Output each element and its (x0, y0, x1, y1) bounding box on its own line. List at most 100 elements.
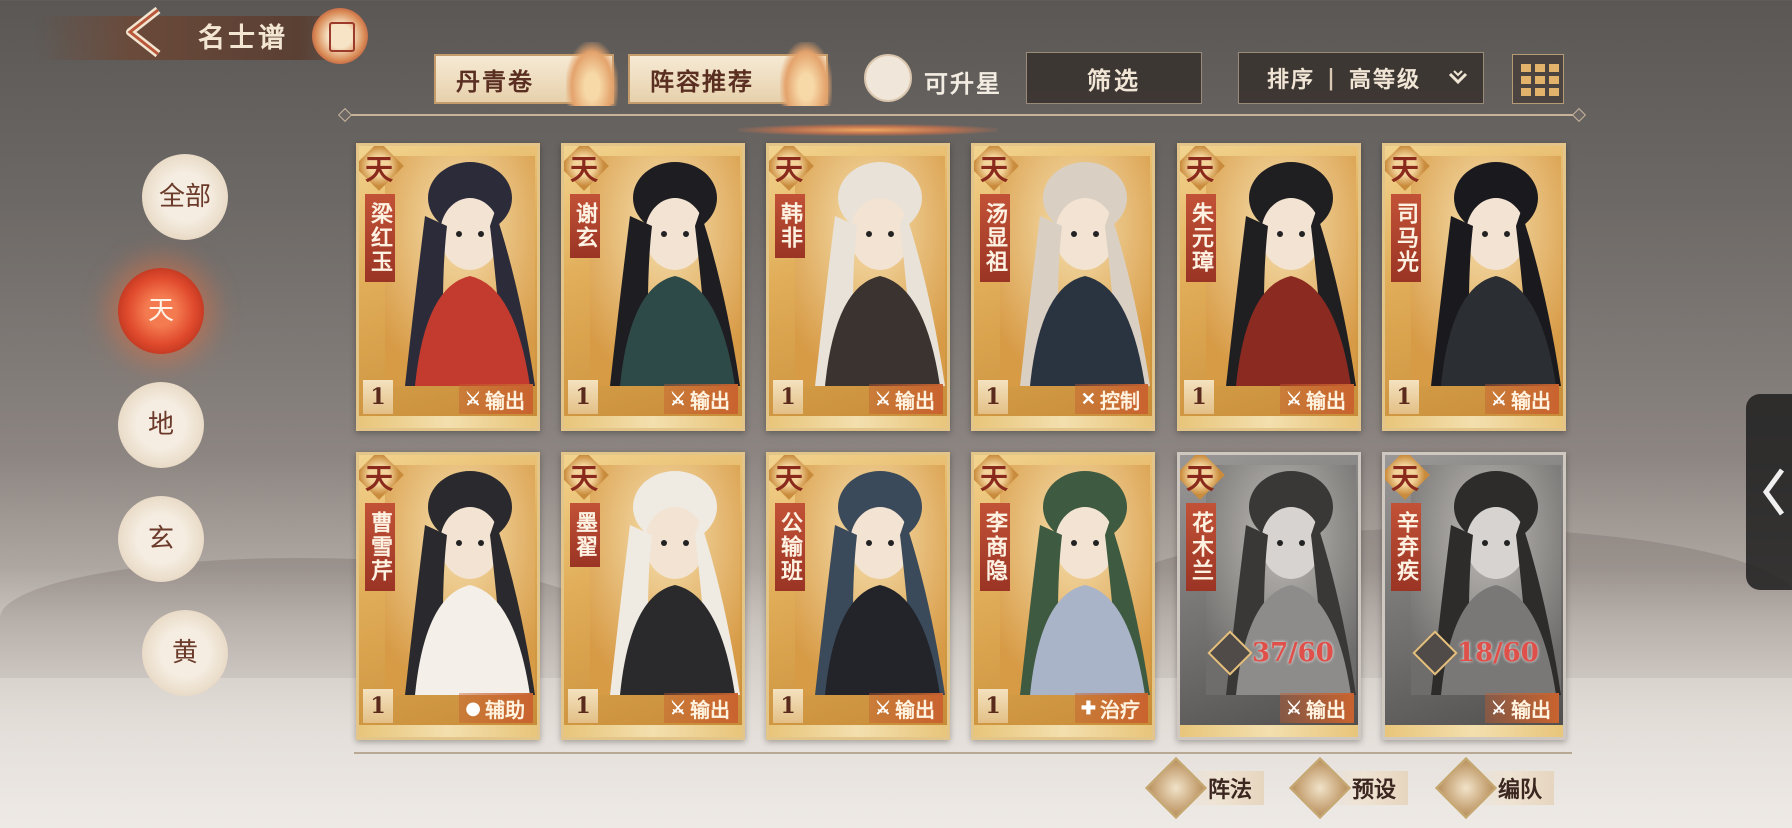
role-badge: ⚔ 输出 (1279, 384, 1354, 414)
card-tier: 天 (365, 462, 394, 495)
hero-card[interactable]: 天 曹雪芹 1 ● 辅助 (356, 452, 540, 740)
control-icon: ✕ (1080, 388, 1096, 410)
card-bottom-trim (1385, 416, 1563, 428)
upgradable-label: 可升星 (924, 69, 1002, 98)
hero-card[interactable]: 天 梁红玉 1 ⚔ 输出 (356, 143, 540, 431)
hero-name: 朱元璋 (1186, 194, 1216, 282)
card-tier: 天 (775, 153, 804, 186)
hero-portrait-image (1000, 156, 1150, 386)
filter-button[interactable]: 筛选 (1026, 52, 1202, 104)
role-badge: ⚔ 输出 (663, 693, 738, 723)
hero-name: 梁红玉 (365, 194, 395, 282)
hero-portrait-image (590, 156, 740, 386)
hero-card[interactable]: 天 墨翟 1 ⚔ 输出 (561, 452, 745, 740)
sword-icon: ⚔ (669, 697, 686, 719)
role-label: 输出 (690, 697, 730, 722)
card-tier: 天 (1186, 153, 1215, 186)
sort-value: 高等级 (1349, 67, 1422, 93)
hero-portrait-image (795, 156, 945, 386)
role-badge: ⚔ 输出 (1484, 384, 1559, 414)
sword-icon: ⚔ (874, 388, 891, 410)
formation-button[interactable]: 阵法 (1144, 756, 1265, 820)
role-badge: ⚔ 输出 (663, 384, 738, 414)
pavilion-emblem-icon (312, 8, 368, 64)
sword-icon: ⚔ (669, 388, 686, 410)
hero-name: 辛弃疾 (1391, 503, 1421, 591)
card-bottom-trim (564, 416, 742, 428)
fragment-icon (1207, 630, 1253, 676)
sword-icon: ⚔ (1285, 697, 1302, 719)
role-label: 输出 (690, 388, 730, 413)
hero-card[interactable]: 天 汤显祖 1 ✕ 控制 (971, 143, 1155, 431)
selection-glow (738, 124, 998, 136)
card-tier: 天 (570, 462, 599, 495)
card-tier: 天 (1186, 462, 1215, 495)
lotus-decoration-icon (566, 42, 618, 106)
side-panel-toggle[interactable] (1746, 394, 1792, 590)
sort-label: 排序 (1267, 67, 1316, 93)
role-label: 治疗 (1100, 697, 1140, 722)
tier-di[interactable]: 地 (118, 382, 204, 468)
page-title: 名士谱 (198, 23, 288, 54)
sword-icon: ⚔ (1490, 388, 1507, 410)
fragment-progress: 37/60 (1207, 630, 1334, 676)
sword-icon: ⚔ (1285, 388, 1302, 410)
preset-button[interactable]: 预设 (1288, 756, 1409, 820)
hero-card[interactable]: 天 谢玄 1 ⚔ 输出 (561, 143, 745, 431)
tier-xuan[interactable]: 玄 (118, 496, 204, 582)
card-bottom-trim (974, 725, 1152, 737)
role-label: 输出 (895, 697, 935, 722)
chevron-down-icon (1448, 70, 1468, 85)
divider-bottom (354, 752, 1572, 754)
sort-dropdown[interactable]: 排序 | 高等级 (1238, 52, 1484, 104)
hero-card[interactable]: 天 韩非 1 ⚔ 输出 (766, 143, 950, 431)
tier-huang[interactable]: 黄 (142, 610, 228, 696)
star-level: 1 (773, 380, 803, 414)
hero-card[interactable]: 天 司马光 1 ⚔ 输出 (1382, 143, 1566, 431)
role-badge: ✚ 治疗 (1074, 693, 1148, 723)
card-bottom-trim (769, 725, 947, 737)
hero-name: 韩非 (775, 194, 805, 258)
hero-card[interactable]: 天 公输班 1 ⚔ 输出 (766, 452, 950, 740)
star-level: 1 (363, 689, 393, 723)
star-level: 1 (568, 689, 598, 723)
tier-tian[interactable]: 天 (118, 268, 204, 354)
upgradable-checkbox[interactable] (864, 54, 912, 102)
team-button[interactable]: 编队 (1434, 756, 1555, 820)
fragment-count: 37/60 (1252, 638, 1334, 668)
support-icon: ● (465, 697, 481, 719)
sword-icon: ⚔ (874, 697, 891, 719)
card-bottom-trim (974, 416, 1152, 428)
card-tier: 天 (1391, 462, 1420, 495)
hero-portrait-image (1411, 156, 1561, 386)
role-badge: ⚔ 输出 (868, 693, 943, 723)
grid-view-icon[interactable] (1512, 54, 1564, 104)
role-label: 辅助 (485, 697, 525, 722)
hero-name: 墨翟 (570, 503, 600, 567)
hero-card[interactable]: 天 李商隐 1 ✚ 治疗 (971, 452, 1155, 740)
hero-name: 花木兰 (1186, 503, 1216, 591)
tab-label: 丹青卷 (456, 66, 534, 96)
role-badge: ⚔ 输出 (868, 384, 943, 414)
fragment-progress: 18/60 (1412, 630, 1539, 676)
hero-card[interactable]: 天 朱元璋 1 ⚔ 输出 (1177, 143, 1361, 431)
role-badge: ⚔ 输出 (458, 384, 533, 414)
role-badge: ⚔ 输出 (1484, 693, 1559, 723)
hero-card[interactable]: 天 花木兰 37/60 ⚔ 输出 (1177, 452, 1361, 740)
sword-icon: ⚔ (464, 388, 481, 410)
hero-portrait-image (385, 465, 535, 695)
card-tier: 天 (365, 153, 394, 186)
back-arrow-icon[interactable] (118, 6, 174, 58)
star-level: 1 (773, 689, 803, 723)
card-tier: 天 (980, 462, 1009, 495)
tab-lineup-recommend[interactable]: 阵容推荐 (628, 42, 832, 106)
fragment-count: 18/60 (1457, 638, 1539, 668)
star-level: 1 (568, 380, 598, 414)
heal-icon: ✚ (1080, 697, 1096, 719)
role-label: 输出 (485, 388, 525, 413)
tier-all[interactable]: 全部 (142, 154, 228, 240)
tab-danqingjuan[interactable]: 丹青卷 (434, 42, 618, 106)
hero-card[interactable]: 天 辛弃疾 18/60 ⚔ 输出 (1382, 452, 1566, 740)
star-level: 1 (363, 380, 393, 414)
tab-label: 阵容推荐 (650, 66, 754, 96)
